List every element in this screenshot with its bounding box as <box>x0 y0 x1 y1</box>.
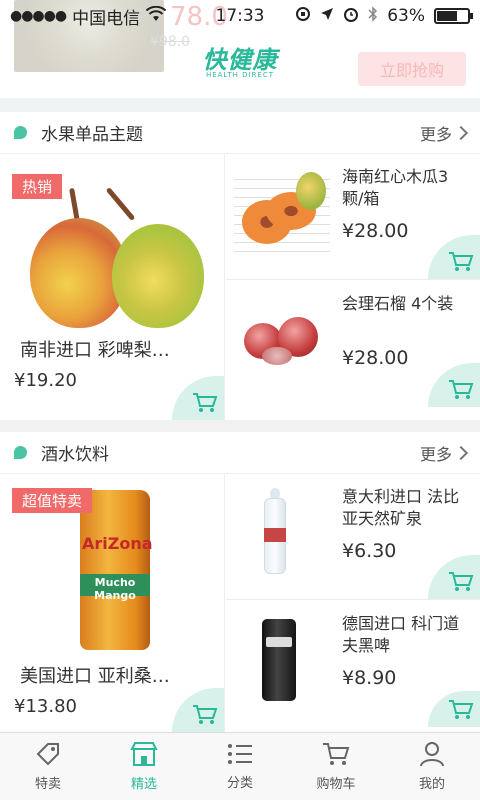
nav-item-cart[interactable]: 购物车 <box>288 733 384 800</box>
nav-label: 精选 <box>130 777 157 792</box>
add-to-cart-button[interactable] <box>428 555 480 599</box>
bluetooth-icon <box>368 5 378 27</box>
section-fruit: 水果单品主题 更多 热销 南非进口 彩啤梨… ¥19.20 海南红心木瓜3颗/箱… <box>0 112 480 420</box>
divider-band <box>0 98 480 112</box>
tag-icon <box>36 743 59 766</box>
product-name: 会理石榴 4个装 <box>342 294 454 313</box>
product-card[interactable]: 会理石榴 4个装 ¥28.00 <box>226 281 480 407</box>
can-flavor: Mucho Mango <box>94 576 136 602</box>
add-to-cart-button[interactable] <box>428 363 480 407</box>
add-to-cart-button[interactable] <box>172 376 224 420</box>
location-icon <box>320 6 334 26</box>
carrier-name: 中国电信 <box>72 8 141 29</box>
section-header: 水果单品主题 更多 <box>0 112 480 154</box>
signal-icon: ●●●●● <box>10 8 67 24</box>
app-logo: 快健康 HEALTH DIRECT <box>192 40 288 79</box>
store-icon <box>130 742 158 766</box>
nav-label: 我的 <box>418 777 445 792</box>
section-title: 水果单品主题 <box>41 125 143 145</box>
cart-icon <box>193 705 218 724</box>
sale-badge: 超值特卖 <box>12 488 93 513</box>
cart-icon <box>449 380 474 399</box>
product-price: ¥28.00 <box>342 220 409 242</box>
user-icon <box>420 742 444 767</box>
cart-icon <box>449 700 474 719</box>
add-to-cart-button[interactable] <box>172 688 224 732</box>
can-image: AriZona Mucho Mango <box>80 490 153 650</box>
product-price: ¥28.00 <box>342 347 409 369</box>
product-card[interactable]: 意大利进口 法比亚天然矿泉 ¥6.30 <box>226 474 480 600</box>
logo-text: 快健康 <box>202 46 278 74</box>
section-bullet-icon <box>14 126 27 139</box>
product-name: 德国进口 科门道夫黑啤 <box>342 614 460 655</box>
product-price: ¥13.80 <box>14 696 77 717</box>
cart-icon <box>323 743 350 765</box>
more-label: 更多 <box>419 124 452 144</box>
section-bullet-icon <box>14 446 27 459</box>
product-grid: 超值特卖 AriZona Mucho Mango 美国进口 亚利桑… ¥13.8… <box>0 474 480 732</box>
list-icon <box>228 744 252 764</box>
clock: 17:33 <box>215 6 265 26</box>
nav-label: 分类 <box>226 776 253 791</box>
product-card-featured[interactable]: 超值特卖 AriZona Mucho Mango 美国进口 亚利桑… ¥13.8… <box>0 474 225 732</box>
hot-badge: 热销 <box>12 174 63 199</box>
product-card[interactable]: 海南红心木瓜3颗/箱 ¥28.00 <box>226 154 480 280</box>
chevron-right-icon <box>453 125 469 140</box>
product-card[interactable]: 德国进口 科门道夫黑啤 ¥8.90 <box>226 601 480 727</box>
product-grid: 热销 南非进口 彩啤梨… ¥19.20 海南红心木瓜3颗/箱 ¥28.00 会理… <box>0 154 480 420</box>
logo-subtext: HEALTH DIRECT <box>205 71 275 79</box>
nav-item-profile[interactable]: 我的 <box>384 733 480 800</box>
more-link[interactable]: 更多 <box>419 121 469 145</box>
product-name: 南非进口 彩啤梨… <box>20 340 170 361</box>
add-to-cart-button[interactable] <box>428 235 480 279</box>
lock-rotation-icon <box>295 6 311 27</box>
nav-item-deals[interactable]: 特卖 <box>0 733 96 800</box>
product-card-featured[interactable]: 热销 南非进口 彩啤梨… ¥19.20 <box>0 154 225 420</box>
section-title: 酒水饮料 <box>41 445 109 465</box>
add-to-cart-button[interactable] <box>428 691 480 727</box>
cart-icon <box>449 572 474 591</box>
product-price: ¥6.30 <box>342 540 397 562</box>
bottom-nav: 特卖 精选 分类 购物车 我的 <box>0 732 480 800</box>
nav-item-categories[interactable]: 分类 <box>192 733 288 800</box>
wifi-icon <box>145 5 167 27</box>
section-header: 酒水饮料 更多 <box>0 432 480 474</box>
more-label: 更多 <box>419 444 452 464</box>
status-bar: ●●●●● 中国电信 17:33 63% <box>0 0 480 32</box>
product-name: 美国进口 亚利桑… <box>20 666 170 687</box>
product-price: ¥8.90 <box>342 667 397 689</box>
section-drinks: 酒水饮料 更多 超值特卖 AriZona Mucho Mango 美国进口 亚利… <box>0 432 480 732</box>
cart-icon <box>193 393 218 412</box>
more-link[interactable]: 更多 <box>419 441 469 465</box>
nav-label: 特卖 <box>34 777 61 792</box>
cart-icon <box>449 252 474 271</box>
product-price: ¥19.20 <box>14 370 77 391</box>
product-name: 海南红心木瓜3颗/箱 <box>342 167 449 208</box>
alarm-icon <box>343 6 359 27</box>
promo-old-price: ¥98.0 <box>150 34 191 50</box>
battery-percent: 63% <box>387 6 425 26</box>
nav-label: 购物车 <box>316 777 356 792</box>
buy-now-button[interactable]: 立即抢购 <box>358 52 466 86</box>
chevron-right-icon <box>453 445 469 460</box>
can-brand: AriZona <box>82 534 153 553</box>
battery-icon <box>434 8 473 24</box>
product-name: 意大利进口 法比亚天然矿泉 <box>342 487 460 528</box>
nav-item-featured[interactable]: 精选 <box>96 733 192 800</box>
